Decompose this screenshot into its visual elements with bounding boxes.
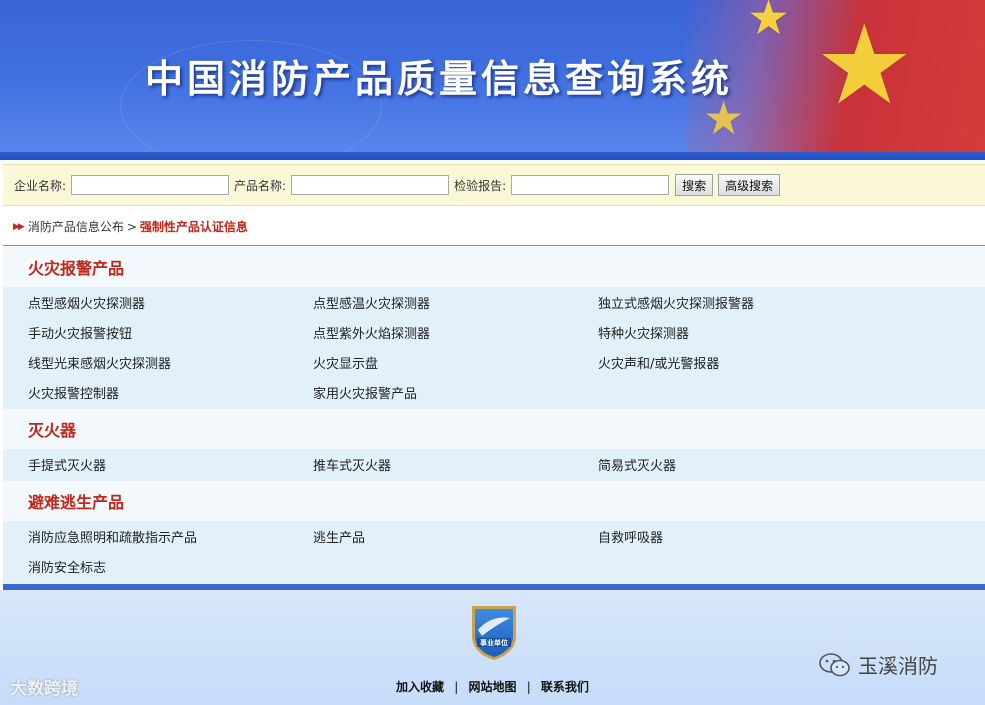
product-link[interactable]: 点型紫外火焰探测器 — [288, 323, 573, 342]
institution-badge-icon: 事业单位 — [472, 606, 516, 660]
product-link[interactable]: 家用火灾报警产品 — [288, 383, 573, 402]
product-name-input[interactable] — [291, 175, 450, 195]
footer: 事业单位 加入收藏 | 网站地图 | 联系我们 玉溪消防 大数跨境 — [0, 590, 985, 705]
report-input[interactable] — [511, 175, 670, 195]
product-link[interactable]: 独立式感烟火灾探测报警器 — [573, 293, 858, 312]
search-button[interactable]: 搜索 — [675, 174, 714, 196]
category-row: 线型光束感烟火灾探测器 火灾显示盘 火灾声和/或光警报器 — [3, 347, 985, 377]
product-category-list: 火灾报警产品 点型感烟火灾探测器 点型感温火灾探测器 独立式感烟火灾探测报警器 … — [3, 247, 985, 584]
category-title: 避难逃生产品 — [3, 481, 985, 521]
bookmark-link[interactable]: 加入收藏 — [396, 680, 444, 694]
wechat-watermark: 玉溪消防 — [818, 650, 938, 679]
category-row: 手动火灾报警按钮 点型紫外火焰探测器 特种火灾探测器 — [3, 317, 985, 347]
product-link[interactable]: 点型感温火灾探测器 — [288, 293, 573, 312]
product-link[interactable]: 逃生产品 — [288, 527, 573, 546]
banner-bottom-border — [0, 152, 985, 160]
product-link[interactable]: 消防安全标志 — [3, 557, 288, 576]
breadcrumb-parent-link[interactable]: 消防产品信息公布 — [28, 218, 124, 235]
category-title: 火灾报警产品 — [3, 247, 985, 287]
watermark-text: 大数跨境 — [10, 679, 78, 699]
watermark-text: 玉溪消防 — [858, 654, 938, 678]
star-icon: ★ — [747, 0, 791, 46]
contact-link[interactable]: 联系我们 — [541, 680, 589, 694]
site-title: 中国消防产品质量信息查询系统 — [145, 57, 734, 101]
header-banner: ★ ★ ★ 中国消防产品质量信息查询系统 — [0, 0, 985, 160]
advanced-search-button[interactable]: 高级搜索 — [718, 174, 781, 196]
product-link[interactable]: 火灾报警控制器 — [3, 383, 288, 402]
product-link[interactable]: 火灾声和/或光警报器 — [573, 353, 858, 372]
category-row: 点型感烟火灾探测器 点型感温火灾探测器 独立式感烟火灾探测报警器 — [3, 287, 985, 317]
product-link[interactable]: 推车式灭火器 — [288, 455, 573, 474]
footer-separator: | — [454, 680, 459, 694]
company-name-label: 企业名称: — [14, 178, 67, 193]
badge-text: 事业单位 — [480, 638, 508, 647]
footer-links: 加入收藏 | 网站地图 | 联系我们 — [0, 678, 985, 695]
product-link[interactable]: 消防应急照明和疏散指示产品 — [3, 527, 288, 546]
category-row: 消防应急照明和疏散指示产品 逃生产品 自救呼吸器 — [3, 521, 985, 551]
product-link[interactable]: 特种火灾探测器 — [573, 323, 858, 342]
product-name-label: 产品名称: — [234, 178, 287, 193]
product-link[interactable]: 点型感烟火灾探测器 — [3, 293, 288, 312]
product-link[interactable]: 线型光束感烟火灾探测器 — [3, 353, 288, 372]
company-name-input[interactable] — [71, 175, 230, 195]
category-title: 灭火器 — [3, 409, 985, 449]
breadcrumb-separator: > — [126, 219, 137, 234]
brand-watermark: 大数跨境 — [10, 674, 78, 699]
product-link[interactable]: 手动火灾报警按钮 — [3, 323, 288, 342]
product-link[interactable]: 自救呼吸器 — [573, 527, 858, 546]
wechat-icon — [819, 652, 850, 676]
footer-separator: | — [526, 680, 531, 694]
double-arrow-icon: ▶▶ — [13, 221, 25, 232]
star-icon: ★ — [815, 1, 914, 129]
product-link[interactable]: 火灾显示盘 — [288, 353, 573, 372]
category-row: 手提式灭火器 推车式灭火器 简易式灭火器 — [3, 449, 985, 479]
category-items: 消防应急照明和疏散指示产品 逃生产品 自救呼吸器 消防安全标志 — [3, 521, 985, 583]
category-items: 手提式灭火器 推车式灭火器 简易式灭火器 — [3, 449, 985, 481]
category-items: 点型感烟火灾探测器 点型感温火灾探测器 独立式感烟火灾探测报警器 手动火灾报警按… — [3, 287, 985, 409]
sitemap-link[interactable]: 网站地图 — [468, 680, 516, 694]
report-label: 检验报告: — [454, 178, 507, 193]
search-bar: 企业名称: 产品名称: 检验报告: 搜索 高级搜索 — [3, 164, 985, 206]
breadcrumb: ▶▶ 消防产品信息公布 > 强制性产品认证信息 — [3, 208, 985, 246]
category-row: 火灾报警控制器 家用火灾报警产品 — [3, 377, 985, 407]
breadcrumb-current: 强制性产品认证信息 — [139, 220, 248, 234]
product-link[interactable]: 简易式灭火器 — [573, 455, 858, 474]
category-row: 消防安全标志 — [3, 551, 985, 581]
product-link[interactable]: 手提式灭火器 — [3, 455, 288, 474]
